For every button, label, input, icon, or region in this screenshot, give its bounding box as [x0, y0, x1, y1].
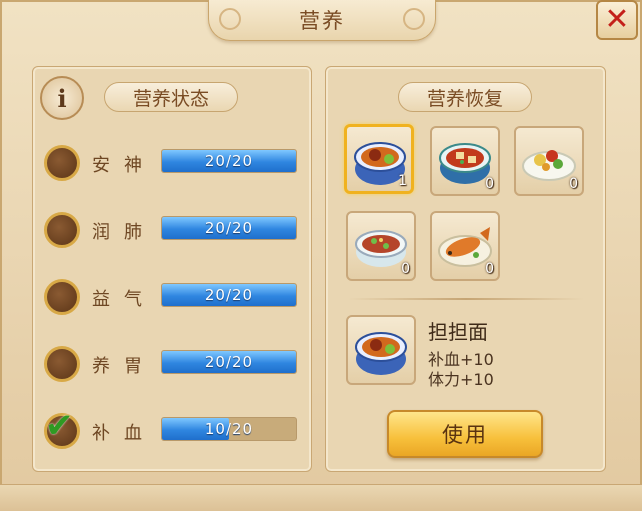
stat-checkbox[interactable]	[44, 212, 80, 248]
stat-name: 养胃	[92, 356, 156, 377]
info-icon: i	[57, 83, 67, 113]
status-heading: 营养状态	[104, 82, 238, 112]
stat-row-yiqi: 益气 20/20	[44, 277, 304, 317]
title-plate: 营养	[208, 0, 436, 41]
bottom-trim	[0, 484, 642, 511]
stat-checkbox[interactable]: ✔	[44, 406, 80, 449]
food-slot-diced-meat[interactable]: 0	[346, 211, 416, 281]
food-quantity: 0	[485, 176, 494, 192]
dialog-title: 营养	[299, 9, 345, 33]
stat-row-yangwei: 养胃 20/20	[44, 344, 304, 384]
food-slot-steamed-fish[interactable]: 0	[430, 211, 500, 281]
stat-progress-text: 20/20	[204, 219, 254, 237]
selected-food-name: 担担面	[428, 320, 488, 344]
close-button[interactable]: ✕	[596, 0, 638, 40]
stat-checkbox[interactable]	[44, 279, 80, 315]
stat-progress-bar: 10/20	[161, 417, 297, 441]
use-button-label: 使用	[442, 423, 488, 447]
status-heading-text: 营养状态	[132, 87, 209, 110]
stat-name: 益气	[92, 289, 156, 310]
stat-progress-bar: 20/20	[161, 350, 297, 374]
ornament-icon	[403, 8, 425, 30]
stat-name: 补血	[92, 423, 156, 444]
checkmark-icon: ✔	[45, 406, 74, 446]
food-slot-stir-fry[interactable]: 0	[514, 126, 584, 196]
recovery-heading-text: 营养恢复	[426, 87, 503, 110]
stat-checkbox[interactable]	[44, 145, 80, 181]
use-button[interactable]: 使用	[387, 410, 543, 458]
close-x-icon: ✕	[604, 2, 630, 37]
food-quantity: 0	[569, 176, 578, 192]
stat-progress-text: 20/20	[204, 286, 254, 304]
food-quantity: 0	[485, 261, 494, 277]
food-slot-dandan-noodle[interactable]: 1	[344, 124, 414, 194]
recovery-heading: 营养恢复	[398, 82, 532, 112]
stat-progress-text: 10/20	[204, 420, 254, 438]
stat-checkbox[interactable]	[44, 346, 80, 382]
ornament-icon	[219, 8, 241, 30]
food-quantity: 0	[401, 261, 410, 277]
dandan-noodle-bowl-icon	[355, 332, 407, 375]
stat-name: 安神	[92, 155, 156, 176]
stat-progress-bar: 20/20	[161, 283, 297, 307]
stat-progress-bar: 20/20	[161, 216, 297, 240]
stat-name: 润肺	[92, 222, 156, 243]
stat-row-runfei: 润肺 20/20	[44, 210, 304, 250]
stat-row-anshen: 安神 20/20	[44, 143, 304, 183]
food-effect: 体力+10	[428, 370, 494, 389]
food-quantity: 1	[398, 173, 407, 189]
stat-row-buxue: ✔ 补血 10/20	[44, 406, 304, 451]
stat-progress-text: 20/20	[204, 353, 254, 371]
info-button[interactable]: i	[40, 76, 84, 120]
stat-progress-text: 20/20	[204, 152, 254, 170]
stat-progress-bar: 20/20	[161, 149, 297, 173]
selected-food-icon	[346, 315, 416, 385]
food-slot-mapo-tofu[interactable]: 0	[430, 126, 500, 196]
divider	[348, 298, 584, 300]
